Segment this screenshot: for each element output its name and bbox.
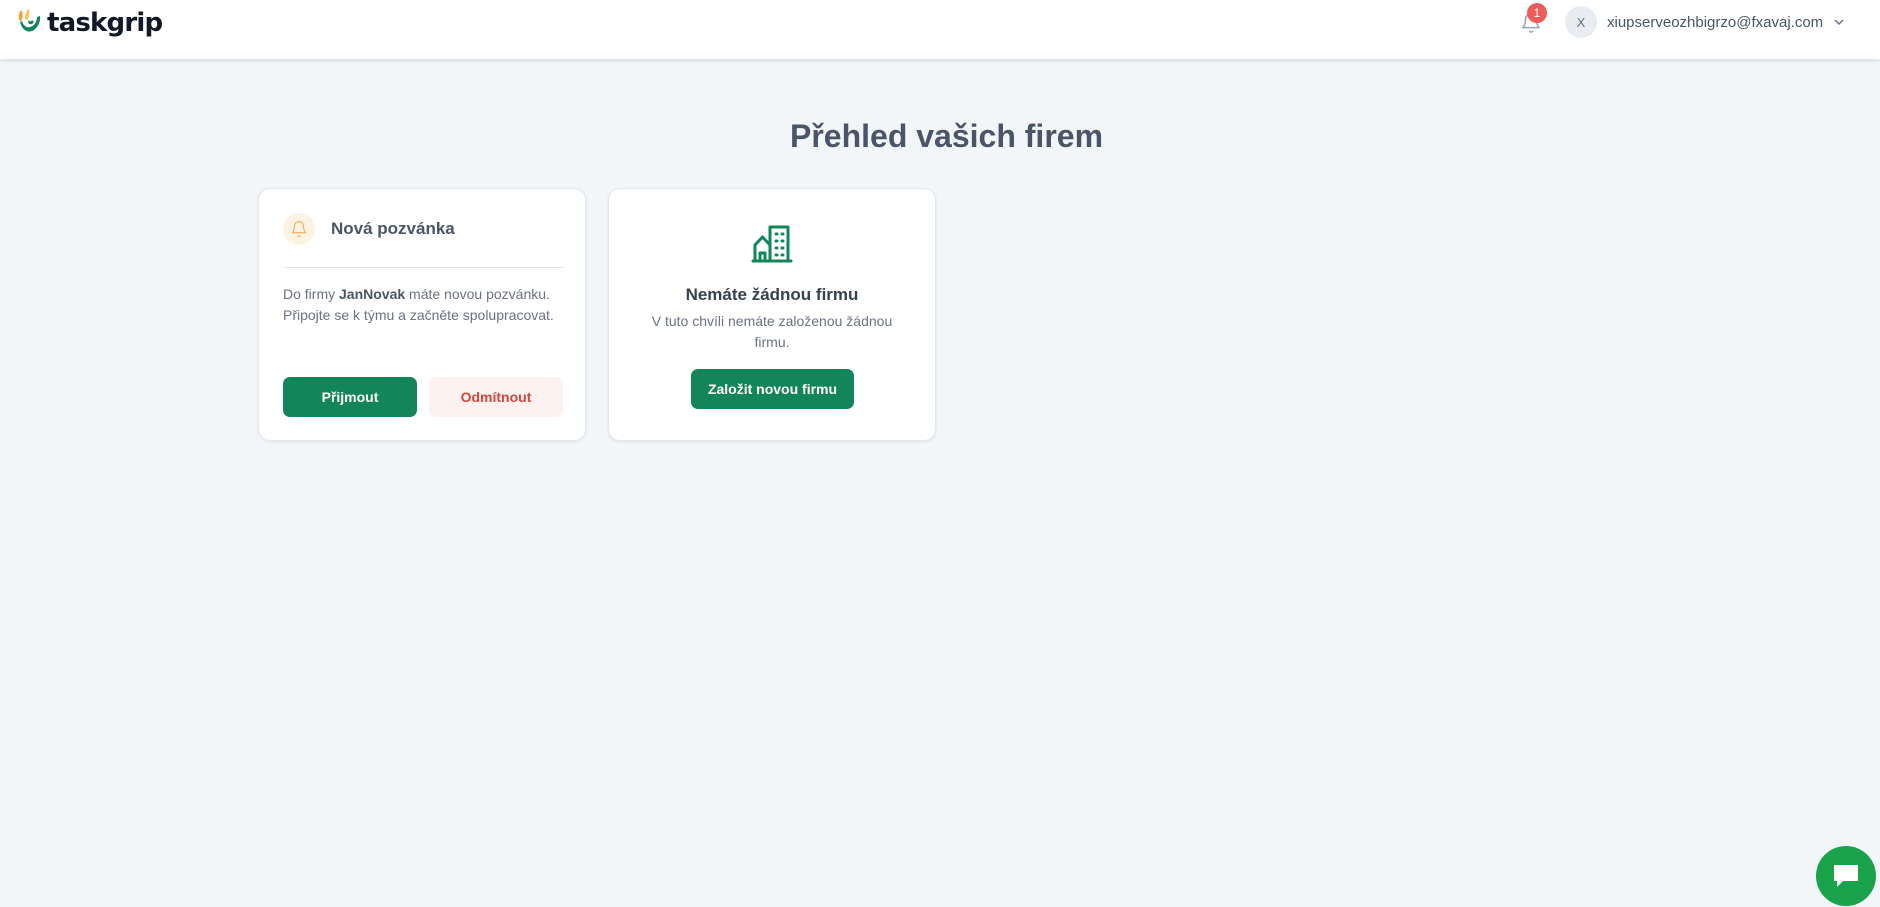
logo[interactable]: taskgrip bbox=[16, 6, 163, 40]
logo-text: taskgrip bbox=[47, 8, 163, 38]
invitation-text-prefix: Do firmy bbox=[283, 286, 339, 302]
chat-widget-button[interactable] bbox=[1816, 846, 1876, 906]
no-company-title: Nemáte žádnou firmu bbox=[685, 285, 859, 304]
user-menu[interactable]: X xiupserveozhbigrzo@fxavaj.com bbox=[1565, 6, 1845, 38]
chevron-down-icon bbox=[1834, 19, 1844, 25]
notification-count-badge: 1 bbox=[1527, 3, 1547, 23]
building-icon bbox=[751, 225, 793, 263]
chat-bubble-icon bbox=[1834, 865, 1858, 887]
divider bbox=[283, 267, 563, 268]
accept-invitation-button[interactable]: Přijmout bbox=[283, 377, 417, 417]
invitation-text: Do firmy JanNovak máte novou pozvánku. P… bbox=[283, 284, 565, 326]
reject-invitation-button[interactable]: Odmítnout bbox=[429, 377, 563, 417]
no-company-card: Nemáte žádnou firmu V tuto chvíli nemáte… bbox=[608, 188, 936, 441]
invitation-header: Nová pozvánka bbox=[283, 213, 455, 245]
page-title: Přehled vašich firem bbox=[789, 118, 1104, 154]
user-email: xiupserveozhbigrzo@fxavaj.com bbox=[1607, 13, 1824, 31]
invitation-company-name: JanNovak bbox=[339, 286, 406, 302]
invitation-card: Nová pozvánka Do firmy JanNovak máte nov… bbox=[258, 188, 586, 441]
no-company-text: V tuto chvíli nemáte založenou žádnou fi… bbox=[651, 313, 893, 350]
top-navbar: taskgrip 1 X xiupserveozhbigrzo@fxavaj.c… bbox=[0, 0, 1880, 60]
create-company-button[interactable]: Založit novou firmu bbox=[691, 369, 854, 409]
invitation-icon-badge bbox=[283, 213, 315, 245]
leaf-sprout-icon bbox=[18, 9, 41, 32]
invitation-title: Nová pozvánka bbox=[331, 219, 455, 238]
bell-icon bbox=[291, 220, 307, 238]
avatar: X bbox=[1565, 6, 1597, 38]
